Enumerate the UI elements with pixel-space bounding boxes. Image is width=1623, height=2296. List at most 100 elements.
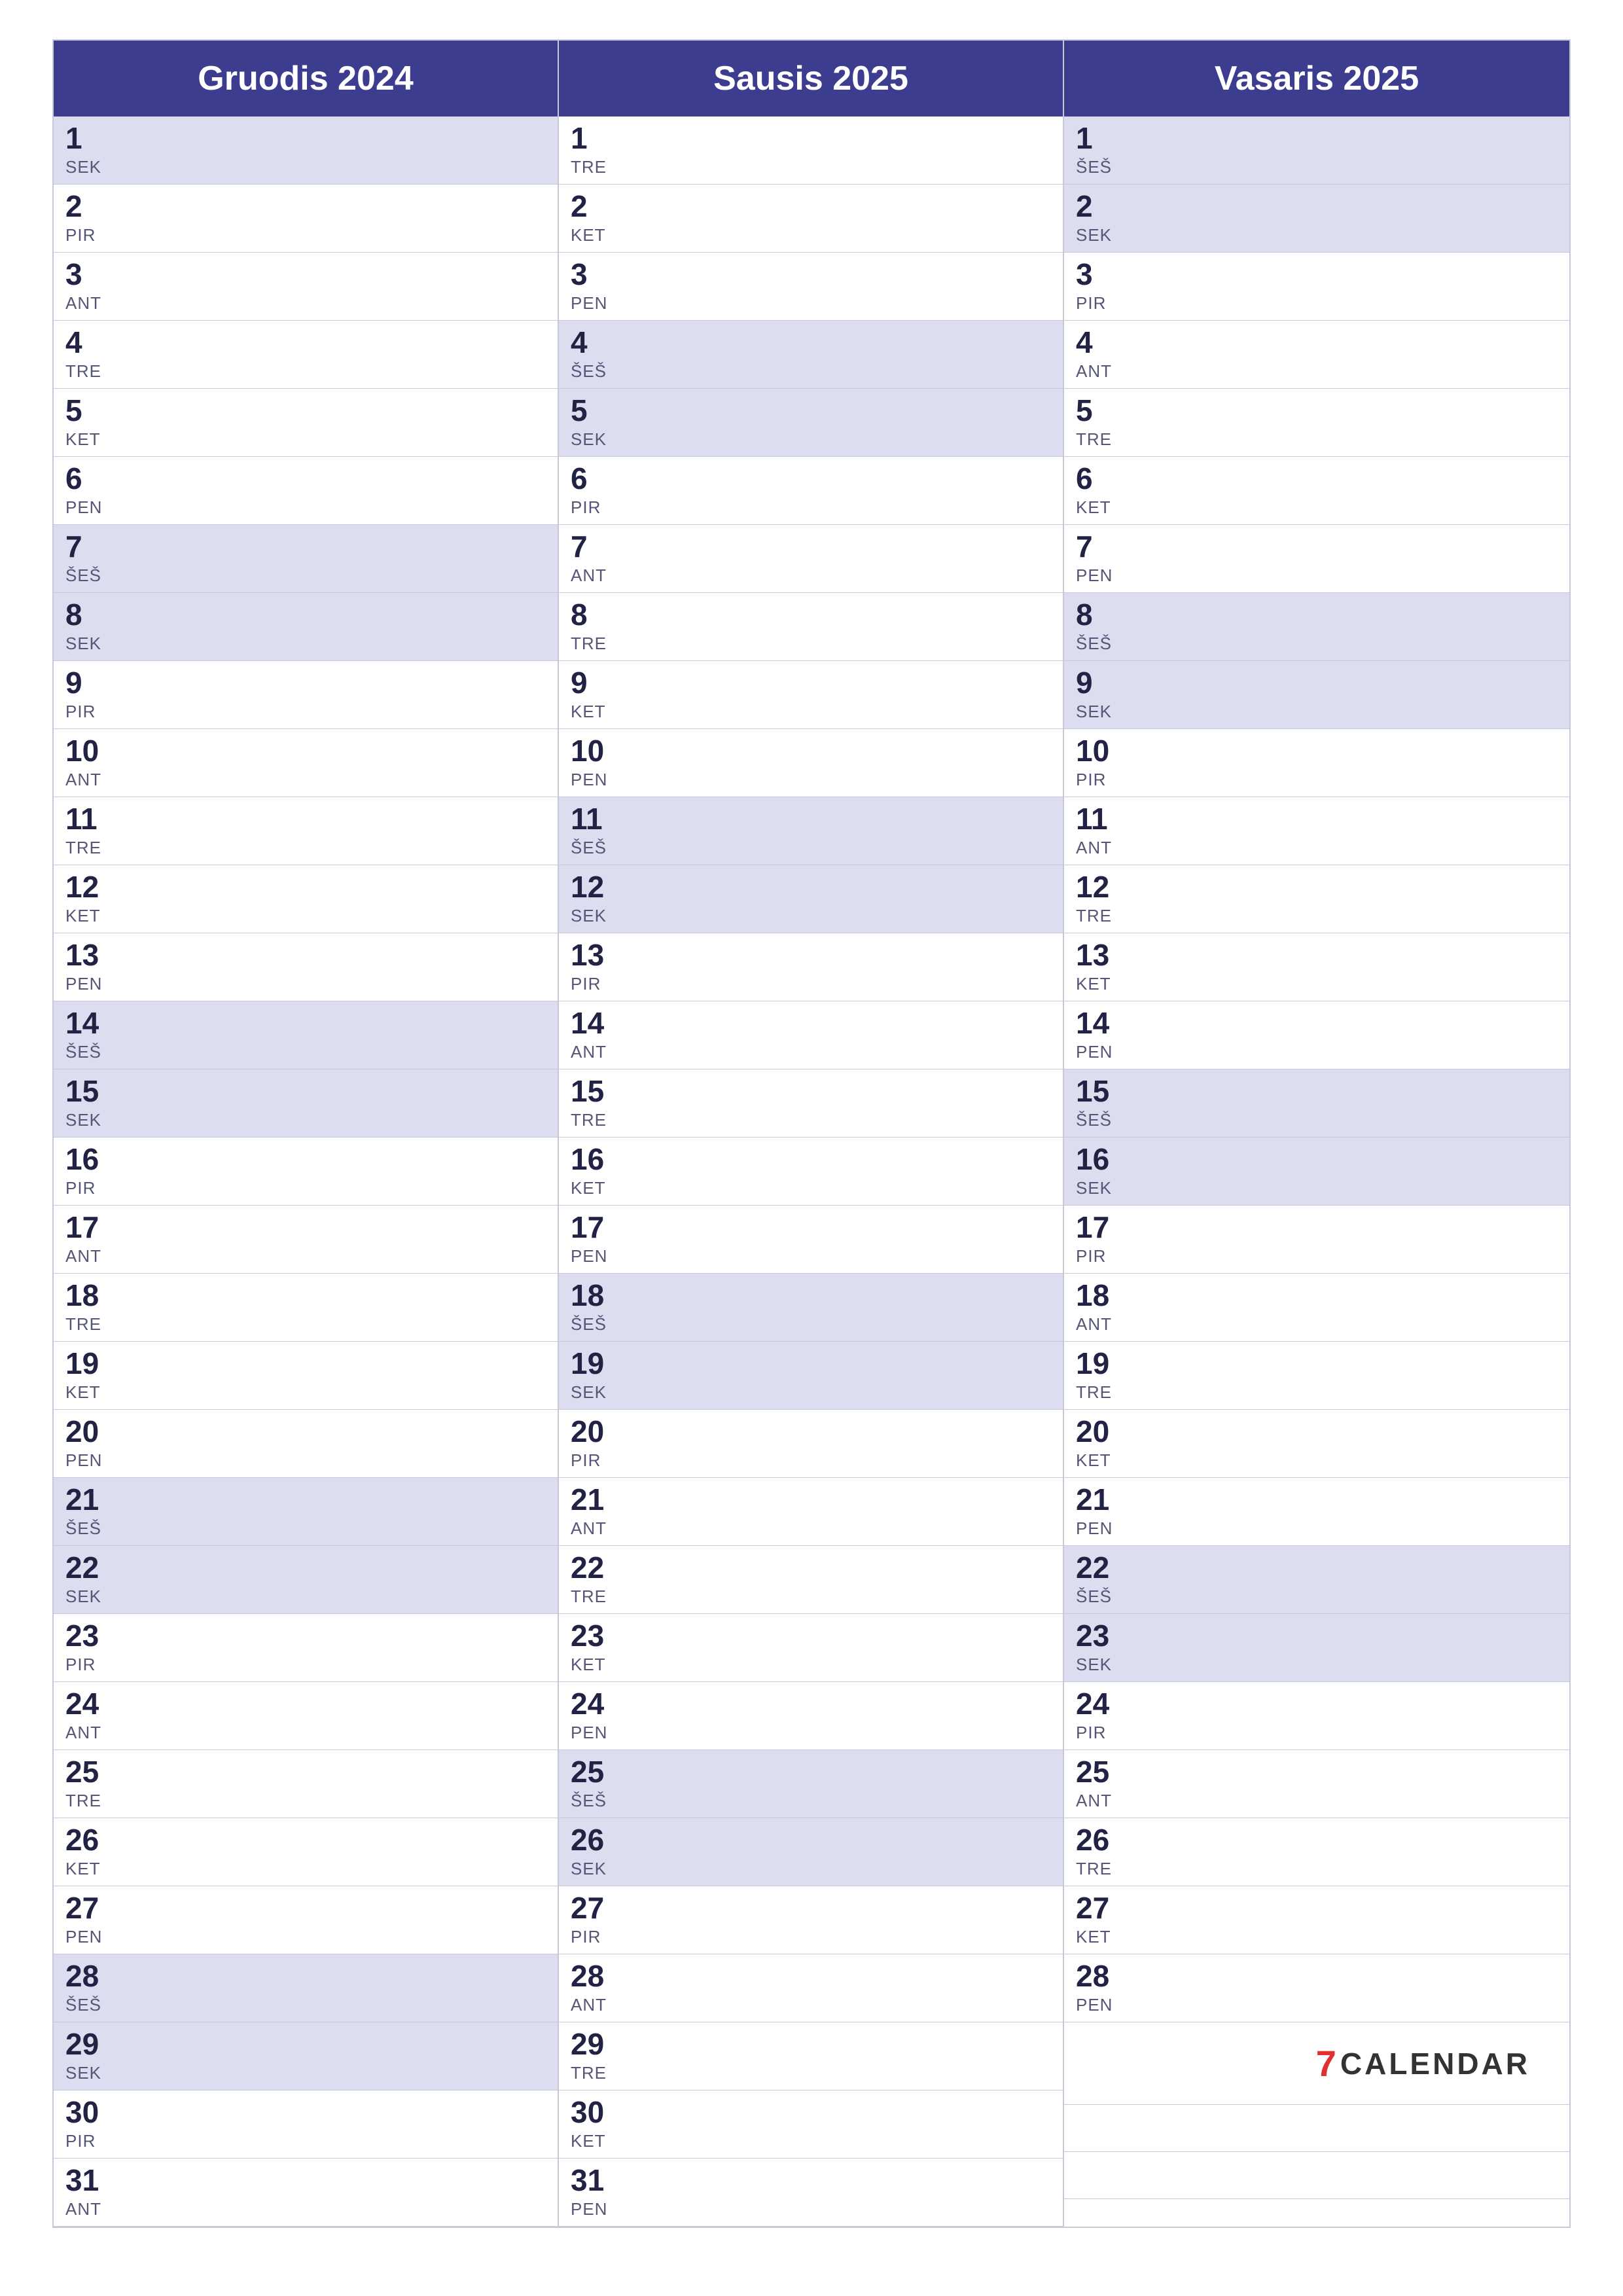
day-row: 23SEK: [1064, 1614, 1569, 1682]
day-row: 13 PIR: [559, 933, 1063, 1001]
day-number: 26: [65, 1825, 118, 1855]
day-name: ŠEŠ: [571, 1314, 623, 1335]
day-number: 25: [65, 1757, 118, 1787]
day-info: 22ŠEŠ: [1076, 1552, 1128, 1607]
day-name: SEK: [1076, 1178, 1128, 1198]
day-name: ŠEŠ: [1076, 1110, 1128, 1130]
day-info: 22TRE: [571, 1552, 623, 1607]
day-row: 29TRE: [559, 2022, 1063, 2090]
day-name: KET: [1076, 974, 1128, 994]
day-name: PIR: [571, 974, 623, 994]
day-row: 29 SEK: [54, 2022, 558, 2090]
day-number: 21: [1076, 1484, 1128, 1515]
day-info: 29TRE: [571, 2029, 623, 2083]
day-number: 19: [1076, 1348, 1128, 1378]
day-number: 27: [65, 1893, 118, 1923]
day-name: ANT: [1076, 1791, 1128, 1811]
day-name: ANT: [1076, 361, 1128, 382]
day-row: 9KET: [559, 661, 1063, 729]
day-info: 23SEK: [1076, 1621, 1128, 1675]
day-number: 12: [65, 872, 118, 902]
day-info: 14ANT: [571, 1008, 623, 1062]
day-row: 30PIR: [54, 2090, 558, 2159]
day-info: 15ŠEŠ: [1076, 1076, 1128, 1130]
day-number: 2: [1076, 191, 1128, 221]
day-row: 19SEK: [559, 1342, 1063, 1410]
day-info: 21PEN: [1076, 1484, 1128, 1539]
calendar-body: 1SEK2PIR3ANT4TRE5KET6PEN7ŠEŠ8SEK9PIR10AN…: [54, 117, 1569, 2227]
day-number: 13: [1076, 940, 1128, 970]
day-number: 24: [65, 1689, 118, 1719]
day-name: KET: [1076, 497, 1128, 518]
day-info: 11TRE: [65, 804, 118, 858]
day-info: 27PEN: [65, 1893, 118, 1947]
day-number: 29: [65, 2029, 118, 2059]
day-number: 10: [571, 736, 623, 766]
day-info: 5TRE: [1076, 395, 1128, 450]
day-name: SEK: [65, 2063, 118, 2083]
day-name: KET: [571, 1655, 623, 1675]
day-row: 17PIR: [1064, 1206, 1569, 1274]
day-row: 25ANT: [1064, 1750, 1569, 1818]
day-number: 22: [65, 1552, 118, 1583]
day-row: 3PIR: [1064, 253, 1569, 321]
day-number: 23: [571, 1621, 623, 1651]
logo-number: 7: [1316, 2042, 1336, 2085]
day-number: 18: [65, 1280, 118, 1310]
empty-row: [1064, 2152, 1569, 2199]
day-name: ŠEŠ: [1076, 634, 1128, 654]
day-info: 8ŠEŠ: [1076, 600, 1128, 654]
day-name: PEN: [65, 974, 118, 994]
day-name: SEK: [65, 157, 118, 177]
day-row: 24PEN: [559, 1682, 1063, 1750]
day-number: 3: [571, 259, 623, 289]
day-row: 27PIR: [559, 1886, 1063, 1954]
day-name: KET: [571, 225, 623, 245]
day-info: 12KET: [65, 872, 118, 926]
day-row: 19TRE: [1064, 1342, 1569, 1410]
day-info: 2KET: [571, 191, 623, 245]
day-number: 10: [1076, 736, 1128, 766]
day-info: 13PEN: [65, 940, 118, 994]
day-info: 16SEK: [1076, 1144, 1128, 1198]
day-number: 1: [571, 123, 623, 153]
day-info: 11ANT: [1076, 804, 1128, 858]
day-info: 4TRE: [65, 327, 118, 382]
day-number: 6: [571, 463, 623, 493]
day-number: 11: [65, 804, 118, 834]
day-info: 31ANT: [65, 2165, 118, 2219]
day-number: 23: [65, 1621, 118, 1651]
day-row: 8TRE: [559, 593, 1063, 661]
day-number: 4: [1076, 327, 1128, 357]
empty-row: [1064, 2105, 1569, 2152]
day-info: 4ŠEŠ: [571, 327, 623, 382]
day-row: 20PIR: [559, 1410, 1063, 1478]
day-number: 7: [65, 531, 118, 562]
day-info: 10PEN: [571, 736, 623, 790]
day-info: 8SEK: [65, 600, 118, 654]
day-row: 20KET: [1064, 1410, 1569, 1478]
day-info: 20PEN: [65, 1416, 118, 1471]
day-info: 19KET: [65, 1348, 118, 1403]
day-number: 31: [571, 2165, 623, 2195]
day-info: 1ŠEŠ: [1076, 123, 1128, 177]
day-info: 16KET: [571, 1144, 623, 1198]
day-name: ŠEŠ: [1076, 157, 1128, 177]
day-info: 5KET: [65, 395, 118, 450]
day-row: 13 KET: [1064, 933, 1569, 1001]
day-info: 28PEN: [1076, 1961, 1128, 2015]
day-name: ANT: [65, 1246, 118, 1266]
day-row: 16PIR: [54, 1138, 558, 1206]
day-info: 10PIR: [1076, 736, 1128, 790]
day-info: 5SEK: [571, 395, 623, 450]
day-row: 2KET: [559, 185, 1063, 253]
day-info: 17ANT: [65, 1212, 118, 1266]
day-name: SEK: [65, 1587, 118, 1607]
day-number: 9: [65, 668, 118, 698]
day-row: 10ANT: [54, 729, 558, 797]
day-name: TRE: [1076, 906, 1128, 926]
day-number: 13: [571, 940, 623, 970]
day-row: 5KET: [54, 389, 558, 457]
day-info: 27PIR: [571, 1893, 623, 1947]
day-row: 14ŠEŠ: [54, 1001, 558, 1069]
